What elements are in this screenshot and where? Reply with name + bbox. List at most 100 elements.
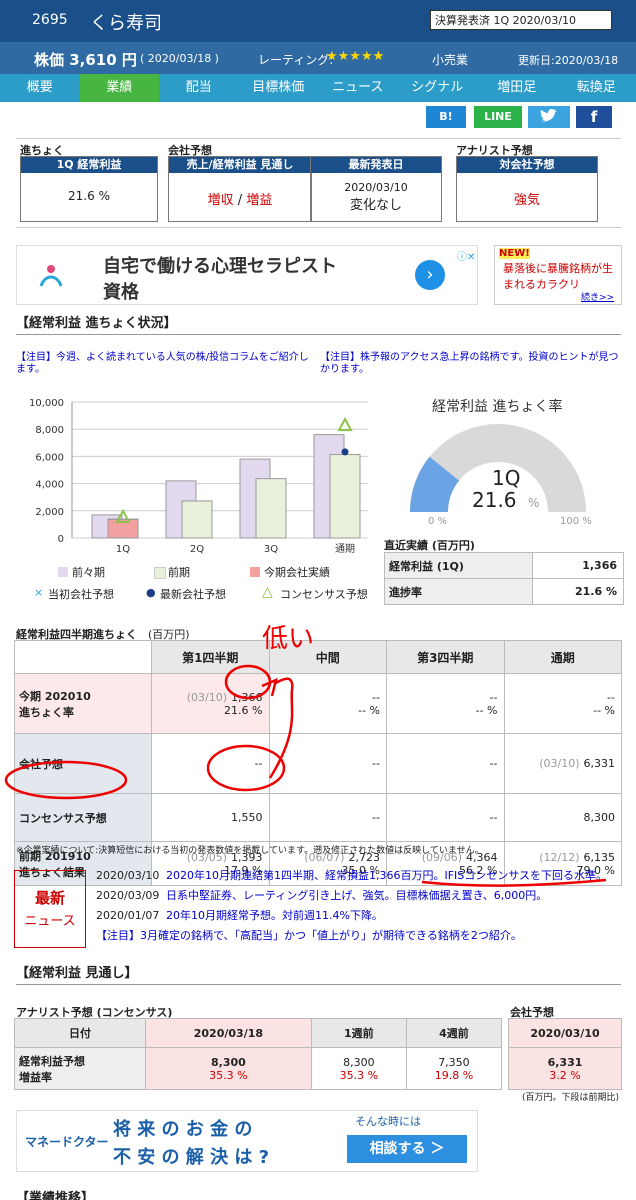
recent-row1-label: 経常利益 (1Q) [384,552,533,579]
ad2-line2: 不 安 の 解 決 は ? [113,1147,270,1168]
consensus-table: 日付 2020/03/18 1週前 4週前 経常利益予想 増益率 8,300 35… [14,1018,503,1090]
legend-marker-latest-icon: ● [146,586,156,599]
outlook-card: 売上/経常利益 見通し 増収 / 増益 [168,156,312,222]
analyst-head: 対会社予想 [457,157,597,173]
facebook-button[interactable]: f [576,106,612,128]
facebook-icon: f [590,108,598,126]
y-tick-label: 8,000 [35,425,64,436]
section-trend-header: 【業績推移】 [16,1188,621,1200]
company-forecast-table: 2020/03/10 6,331 3.2 % [508,1018,622,1090]
latest-card: 最新発表日 2020/03/10 変化なし [310,156,442,222]
consensus-value-1w: 8,300 [343,1055,375,1069]
company-rate: 3.2 % [549,1068,581,1082]
gauge-title: 経常利益 進ちょく率 [432,399,563,415]
gauge-value: 21.6 [472,488,517,512]
tab-overview[interactable]: 概要 [0,74,80,102]
tab-news[interactable]: ニュース [318,74,398,102]
tab-performance[interactable]: 業績 [79,74,159,102]
side-ad[interactable]: NEW! 暴落後に暴騰銘柄が生まれるカラクリ 続き>> [494,245,622,305]
quarter-cell-value: -- [489,811,498,824]
section-progress-title: 【経常利益 進ちょく状況】 [16,316,177,331]
news-badge-line1: 最新 [34,889,65,907]
chart-legend: 前々期 前期 今期会社実績 × 当初会社予想 ● 最新会社予想 △ コンセンサス… [34,564,378,604]
y-tick-label: 6,000 [35,452,64,463]
consensus-col-1w: 1週前 [310,1018,407,1048]
section-trend-title: 【業績推移】 [16,1191,95,1200]
legend-swatch-prev [154,567,166,579]
ad-info-icon[interactable]: ⓘ✕ [457,248,475,263]
side-ad-link[interactable]: 続き>> [581,290,614,303]
price-bar: 株価 3,610 円 ( 2020/03/18 ) レーティング: ★★★★★ … [0,42,636,74]
header-bar: 2695 くら寿司 決算発表済 1Q 2020/03/10 [0,0,636,42]
x-tick-label: 3Q [264,544,278,554]
twitter-button[interactable] [528,106,570,128]
section-progress-header: 【経常利益 進ちょく状況】 [16,312,621,335]
consensus-rate-4w: 19.8 % [434,1068,474,1082]
ad-line1: 自宅で働ける心理セラピスト [103,256,337,277]
recent-row1-value: 1,366 [531,552,625,579]
quarter-cell-value: 6,331 [583,757,616,770]
therapy-logo-icon [39,265,63,287]
quarter-cell-rate: -- % [593,703,615,717]
rating-label: レーティング: [258,53,334,67]
legend-swatch-prev2 [58,567,68,577]
ad-line2: 資格 [103,282,139,303]
consensus-rate-now: 35.3 % [209,1068,248,1082]
news-text[interactable]: 日系中堅証券、レーティング引き上げ、強気。目標株価据え置き、6,000円。 [166,889,547,902]
y-tick-label: 2,000 [35,507,64,518]
note-link-1[interactable]: 【注目】今週、よく読まれている人気の株/投信コラムをご紹介します。 [16,352,310,376]
quarter-cell-value: 8,300 [583,811,616,824]
quarter-cell: 8,300 [503,793,622,842]
forecast-unit-note: (百万円。下段は前期比) [522,1093,620,1103]
ad2-brand: マネードクター [25,1135,109,1149]
rating-stars: ★★★★★ [326,49,385,64]
profit-bar-chart: 10,000 8,000 6,000 4,000 2,000 0 1Q 2Q 3Q 通期 [29,398,368,554]
legend-label-consensus: コンセンサス予想 [280,588,368,601]
consensus-rate-1w: 35.3 % [339,1068,379,1082]
tab-dividend[interactable]: 配当 [159,74,239,102]
marker-latest-forecast [341,448,349,456]
company-name: くら寿司 [90,13,162,34]
tab-masuda[interactable]: 増田足 [477,74,557,102]
recent-row2-label: 進捗率 [384,578,533,605]
outlook-head: 売上/経常利益 見通し [169,157,311,173]
analyst-value: 強気 [513,193,540,208]
quarter-cell: -- -- % [503,673,622,734]
ad2-cta-button[interactable]: 相談する ＞ [347,1135,467,1163]
tab-signal[interactable]: シグナル [398,74,478,102]
progress-card: 1Q 経常利益 21.6 % [20,156,158,222]
handwritten-underline [421,878,607,887]
quarter-footnote: ※企業実績について:決算短信における当初の発表数値を掲載しています。遡及修正され… [16,846,484,856]
hatena-button[interactable]: B! [426,106,466,128]
latest-date: 2020/03/10 [344,181,408,194]
news-text[interactable]: 20年10月期経常予想。対前週11.4%下降。 [166,909,383,922]
legend-label-latest: 最新会社予想 [160,588,226,601]
outlook-sales: 増収 [207,193,234,208]
bar-prev [181,500,213,539]
legend-label-prev2: 前々期 [72,566,105,579]
y-tick-label: 0 [58,534,64,545]
latest-head: 最新発表日 [311,157,441,173]
ad-arrow-icon[interactable]: › [415,260,445,290]
x-tick-label: 通期 [335,543,355,554]
progress-head: 1Q 経常利益 [21,157,157,173]
gauge-max: 100 % [560,516,592,527]
line-button[interactable]: LINE [474,106,522,128]
note-link-2[interactable]: 【注目】株予報のアクセス急上昇の銘柄です。投資のヒントが見つかります。 [320,352,620,376]
legend-label-actual: 今期会社実績 [264,566,330,579]
news-date: 2020/03/09 [96,889,160,902]
sector-label: 小売業 [432,53,469,67]
news-item[interactable]: 2020/01/07 20年10月期経常予想。対前週11.4%下降。 [96,906,626,926]
bar-prev [255,478,287,539]
ad-banner[interactable]: 自宅で働ける心理セラピスト 資格 › ⓘ✕ [16,245,478,305]
gauge-period: 1Q [492,466,521,490]
news-note[interactable]: 【注目】3月確定の銘柄で、「高配当」かつ「値上がり」が期待できる銘柄を2つ紹介。 [96,926,626,946]
earnings-badge: 決算発表済 1Q 2020/03/10 [430,10,612,30]
consensus-col-now: 2020/03/18 [145,1018,312,1048]
bar-prev [329,454,361,539]
consensus-value-4w: 7,350 [438,1055,470,1069]
section-forecast-title: 【経常利益 見通し】 [16,966,138,981]
tab-tenkan[interactable]: 転換足 [557,74,636,102]
tab-target-price[interactable]: 目標株価 [239,74,319,102]
ad-banner-2[interactable]: マネードクター 将 来 の お 金 の 不 安 の 解 決 は ? そんな時には… [16,1110,478,1172]
